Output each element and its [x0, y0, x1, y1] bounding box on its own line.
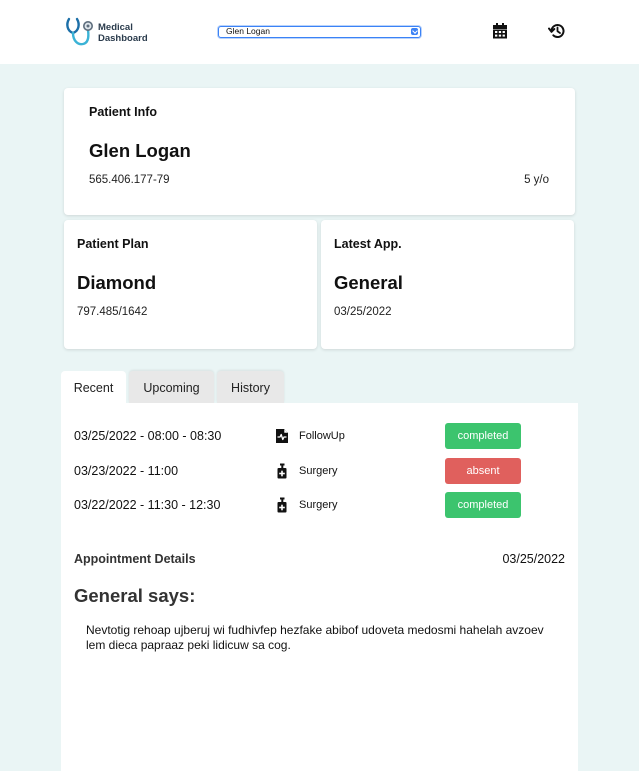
medical-report-icon [276, 429, 288, 443]
patient-plan-card: Patient Plan Diamond 797.485/1642 [64, 220, 317, 349]
patient-select[interactable]: Glen Logan [218, 26, 421, 38]
tab-recent[interactable]: Recent [61, 371, 126, 403]
calendar-icon [493, 23, 507, 39]
appointment-row[interactable]: 03/25/2022 - 08:00 - 08:30 FollowUp comp… [61, 423, 578, 449]
app-name: Medical Dashboard [98, 22, 148, 44]
hand-sanitizer-icon [277, 497, 287, 513]
status-badge: completed [445, 423, 521, 449]
plan-name: Diamond [77, 272, 157, 293]
patient-info-card: Patient Info Glen Logan 565.406.177-79 5… [64, 88, 575, 215]
appointment-type: Surgery [299, 465, 338, 477]
appointment-row[interactable]: 03/22/2022 - 11:30 - 12:30 Surgery compl… [61, 492, 578, 518]
latest-app-label: Latest App. [334, 237, 402, 251]
patient-name: Glen Logan [89, 140, 191, 161]
tab-history[interactable]: History [217, 371, 284, 403]
top-header: Medical Dashboard Glen Logan [0, 0, 639, 64]
tab-upcoming[interactable]: Upcoming [129, 371, 214, 403]
latest-app-type: General [334, 272, 403, 293]
appointment-time: 03/22/2022 - 11:30 - 12:30 [74, 498, 221, 512]
plan-number: 797.485/1642 [77, 306, 148, 318]
history-button[interactable] [548, 22, 566, 40]
chevron-down-icon [411, 28, 418, 35]
app-name-line1: Medical [98, 22, 133, 33]
patient-plan-label: Patient Plan [77, 237, 149, 251]
stethoscope-icon [66, 17, 93, 46]
hand-sanitizer-icon [277, 463, 287, 479]
history-icon [548, 24, 565, 38]
appointment-type: FollowUp [299, 430, 345, 442]
latest-app-date: 03/25/2022 [334, 306, 392, 318]
appointment-time: 03/23/2022 - 11:00 [74, 464, 179, 478]
latest-app-card: Latest App. General 03/25/2022 [321, 220, 574, 349]
appointment-row[interactable]: 03/23/2022 - 11:00 Surgery absent [61, 458, 578, 484]
patient-age: 5 y/o [524, 174, 549, 186]
appointment-note: Nevtotig rehoap ujberuj wi fudhivfep hez… [86, 623, 544, 652]
appointment-details-date: 03/25/2022 [502, 552, 565, 566]
appointments-panel: 03/25/2022 - 08:00 - 08:30 FollowUp comp… [61, 403, 578, 771]
doctor-says-heading: General says: [74, 585, 196, 606]
app-logo[interactable]: Medical Dashboard [64, 16, 154, 48]
status-badge: absent [445, 458, 521, 484]
appointment-time: 03/25/2022 - 08:00 - 08:30 [74, 429, 222, 443]
appointment-details-label: Appointment Details [74, 552, 196, 566]
appointment-type: Surgery [299, 499, 338, 511]
app-name-line2: Dashboard [98, 33, 148, 44]
patient-id: 565.406.177-79 [89, 174, 170, 186]
patient-select-value: Glen Logan [226, 26, 270, 36]
status-badge: completed [445, 492, 521, 518]
calendar-button[interactable] [491, 22, 509, 40]
patient-info-label: Patient Info [89, 105, 158, 119]
